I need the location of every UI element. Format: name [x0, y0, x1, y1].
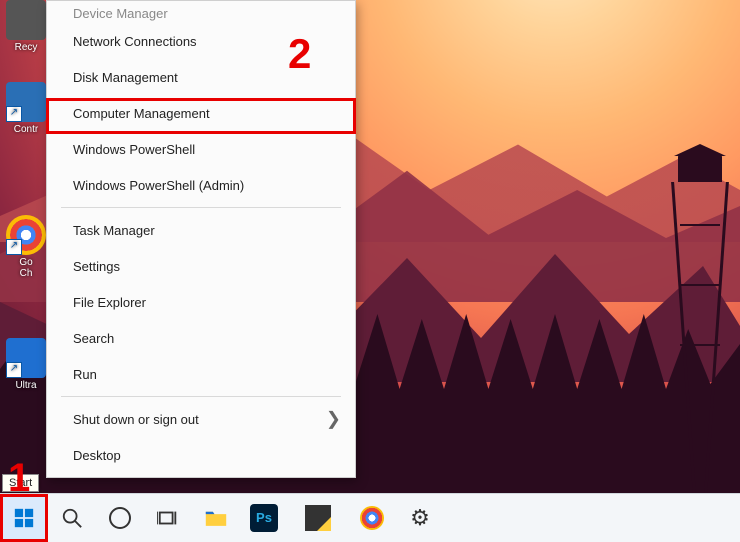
- control-panel-icon: ↗: [6, 82, 46, 122]
- menu-item-label: Task Manager: [73, 223, 155, 238]
- menu-item-windows-powershell[interactable]: Windows PowerShell: [47, 131, 355, 167]
- menu-item-device-manager[interactable]: Device Manager: [47, 3, 355, 23]
- annotation-number-2: 2: [288, 30, 311, 78]
- taskbar-settings-button[interactable]: ⚙: [396, 494, 444, 542]
- task-view-icon: [157, 507, 179, 529]
- sticky-notes-icon: [305, 505, 331, 531]
- chrome-icon: ↗: [6, 215, 46, 255]
- wallpaper-fire-tower: [670, 154, 730, 494]
- menu-item-settings[interactable]: Settings: [47, 248, 355, 284]
- cortana-icon: [109, 507, 131, 529]
- ultra-icon: ↗: [6, 338, 46, 378]
- menu-item-label: Windows PowerShell: [73, 142, 195, 157]
- shortcut-overlay-icon: ↗: [6, 106, 22, 122]
- menu-item-label: Shut down or sign out: [73, 412, 199, 427]
- file-explorer-icon: [205, 507, 227, 529]
- desktop-icon-label: Contr: [14, 124, 38, 135]
- taskbar-sticky-notes-button[interactable]: [288, 494, 348, 542]
- desktop: Recy ↗ Contr ↗ Go Ch ↗ Ultra Device Mana…: [0, 0, 740, 542]
- menu-item-computer-management[interactable]: Computer Management: [47, 95, 355, 131]
- windows-logo-icon: [13, 507, 35, 529]
- start-button[interactable]: [0, 494, 48, 542]
- menu-item-label: Windows PowerShell (Admin): [73, 178, 244, 193]
- menu-item-file-explorer[interactable]: File Explorer: [47, 284, 355, 320]
- menu-item-label: Network Connections: [73, 34, 197, 49]
- desktop-icon-ultra[interactable]: ↗ Ultra: [4, 338, 48, 391]
- desktop-icon-control-panel[interactable]: ↗ Contr: [4, 82, 48, 135]
- taskbar-task-view-button[interactable]: [144, 494, 192, 542]
- taskbar: Ps ⚙: [0, 493, 740, 542]
- desktop-icon-label: Ultra: [15, 380, 36, 391]
- menu-separator: [61, 207, 341, 208]
- taskbar-search-button[interactable]: [48, 494, 96, 542]
- taskbar-file-explorer-button[interactable]: [192, 494, 240, 542]
- recycle-bin-icon: [6, 0, 46, 40]
- desktop-icon-recycle-bin[interactable]: Recy: [4, 0, 48, 53]
- menu-item-label: Computer Management: [73, 106, 210, 121]
- taskbar-cortana-button[interactable]: [96, 494, 144, 542]
- chrome-icon: [360, 506, 384, 530]
- menu-item-shut-down-or-sign-out[interactable]: Shut down or sign out ❯: [47, 401, 355, 437]
- desktop-icon-label: Recy: [15, 42, 38, 53]
- menu-item-label: Device Manager: [73, 6, 168, 21]
- menu-item-label: Run: [73, 367, 97, 382]
- menu-item-label: Disk Management: [73, 70, 178, 85]
- menu-item-label: Desktop: [73, 448, 121, 463]
- menu-item-label: Search: [73, 331, 114, 346]
- shortcut-overlay-icon: ↗: [6, 239, 22, 255]
- menu-item-search[interactable]: Search: [47, 320, 355, 356]
- gear-icon: ⚙: [410, 505, 430, 531]
- desktop-icon-label: Go: [19, 257, 32, 268]
- menu-item-desktop[interactable]: Desktop: [47, 437, 355, 473]
- menu-item-label: Settings: [73, 259, 120, 274]
- desktop-icon-google-chrome[interactable]: ↗ Go Ch: [4, 215, 48, 279]
- menu-item-run[interactable]: Run: [47, 356, 355, 392]
- menu-item-task-manager[interactable]: Task Manager: [47, 212, 355, 248]
- menu-item-windows-powershell-admin[interactable]: Windows PowerShell (Admin): [47, 167, 355, 203]
- chevron-right-icon: ❯: [326, 409, 341, 430]
- taskbar-photoshop-button[interactable]: Ps: [240, 494, 288, 542]
- shortcut-overlay-icon: ↗: [6, 362, 22, 378]
- menu-item-label: File Explorer: [73, 295, 146, 310]
- taskbar-chrome-button[interactable]: [348, 494, 396, 542]
- search-icon: [61, 507, 83, 529]
- photoshop-icon: Ps: [250, 504, 278, 532]
- desktop-icon-label: Ch: [20, 268, 33, 279]
- menu-separator: [61, 396, 341, 397]
